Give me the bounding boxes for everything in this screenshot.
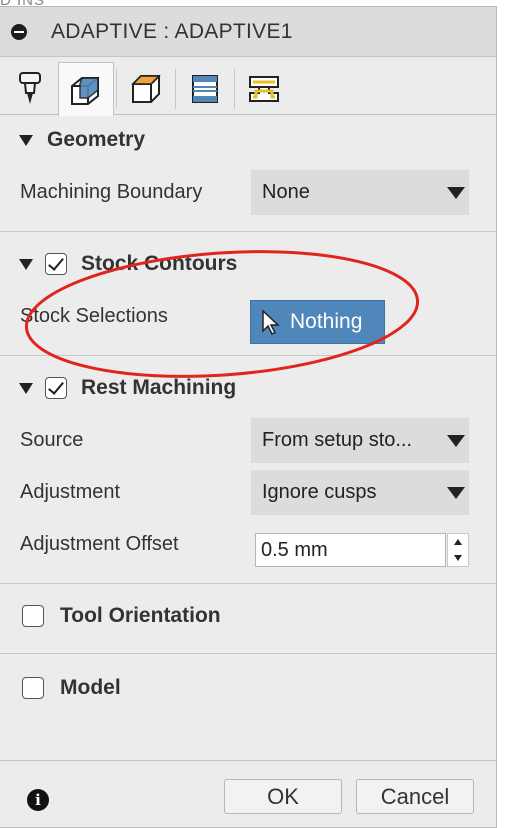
ok-button[interactable]: OK bbox=[224, 779, 342, 814]
cursor-arrow-icon bbox=[262, 309, 280, 335]
machining-boundary-label: Machining Boundary bbox=[20, 181, 203, 203]
tab-linking[interactable] bbox=[236, 62, 292, 115]
tab-separator bbox=[116, 69, 117, 109]
model-header-label: Model bbox=[60, 676, 121, 699]
stock-selections-button[interactable]: Nothing bbox=[250, 300, 385, 344]
machining-boundary-value: None bbox=[262, 181, 310, 203]
tool-orientation-checkbox[interactable] bbox=[22, 605, 44, 627]
rest-machining-header-label: Rest Machining bbox=[81, 376, 237, 399]
stock-contours-header-label: Stock Contours bbox=[81, 252, 238, 275]
section-divider bbox=[0, 355, 496, 356]
adjustment-select[interactable]: Ignore cusps bbox=[251, 470, 469, 515]
source-label: Source bbox=[20, 429, 84, 451]
section-divider bbox=[0, 231, 496, 232]
adjustment-value: Ignore cusps bbox=[262, 481, 377, 503]
chevron-down-icon bbox=[447, 487, 465, 499]
expand-triangle-icon bbox=[19, 382, 33, 394]
stock-contours-checkbox[interactable] bbox=[45, 253, 67, 275]
adjustment-offset-label: Adjustment Offset bbox=[20, 533, 179, 555]
dialog-footer: i OK Cancel bbox=[0, 760, 496, 828]
heights-icon bbox=[131, 74, 161, 103]
tab-geometry[interactable] bbox=[58, 62, 114, 116]
source-select[interactable]: From setup sto... bbox=[251, 418, 469, 463]
section-divider bbox=[0, 583, 496, 584]
dialog-title: ADAPTIVE : ADAPTIVE1 bbox=[51, 19, 293, 43]
model-checkbox[interactable] bbox=[22, 677, 44, 699]
stock-selections-value: Nothing bbox=[290, 310, 363, 333]
tab-passes[interactable] bbox=[177, 62, 233, 115]
linking-icon bbox=[249, 75, 279, 102]
chevron-down-icon bbox=[447, 187, 465, 199]
tab-separator bbox=[175, 69, 176, 109]
adjustment-offset-input[interactable]: 0.5 mm bbox=[255, 533, 446, 567]
tab-tool[interactable] bbox=[2, 62, 58, 115]
stepper-up-icon[interactable] bbox=[454, 539, 462, 545]
geometry-section-header[interactable]: Geometry bbox=[0, 125, 496, 155]
adjustment-offset-stepper[interactable] bbox=[447, 533, 469, 567]
rest-machining-checkbox[interactable] bbox=[45, 377, 67, 399]
model-section-header[interactable]: Model bbox=[0, 673, 496, 703]
stock-selections-label: Stock Selections bbox=[20, 305, 168, 327]
tab-separator bbox=[234, 69, 235, 109]
tool-orientation-header-label: Tool Orientation bbox=[60, 604, 221, 627]
adjustment-label: Adjustment bbox=[20, 481, 121, 503]
tool-icon bbox=[19, 71, 41, 104]
geometry-header-label: Geometry bbox=[47, 128, 146, 151]
cancel-button[interactable]: Cancel bbox=[356, 779, 474, 814]
machining-boundary-select[interactable]: None bbox=[251, 170, 469, 215]
tool-orientation-section-header[interactable]: Tool Orientation bbox=[0, 601, 496, 631]
stock-contours-section-header[interactable]: Stock Contours bbox=[0, 249, 496, 279]
stepper-down-icon[interactable] bbox=[454, 555, 462, 561]
section-divider bbox=[0, 653, 496, 654]
chevron-down-icon bbox=[447, 435, 465, 447]
rest-machining-section-header[interactable]: Rest Machining bbox=[0, 373, 496, 403]
info-icon[interactable]: i bbox=[27, 789, 49, 811]
expand-triangle-icon bbox=[19, 258, 33, 270]
collapse-button[interactable] bbox=[11, 23, 27, 40]
passes-icon bbox=[192, 74, 218, 103]
geometry-icon bbox=[71, 76, 99, 105]
expand-triangle-icon bbox=[19, 134, 33, 146]
tab-heights[interactable] bbox=[118, 62, 174, 115]
dialog-titlebar: ADAPTIVE : ADAPTIVE1 bbox=[0, 7, 496, 57]
adaptive-dialog: ADAPTIVE : ADAPTIVE1 Geometry Machining … bbox=[0, 6, 497, 828]
source-value: From setup sto... bbox=[262, 429, 413, 451]
tab-strip bbox=[0, 57, 496, 116]
